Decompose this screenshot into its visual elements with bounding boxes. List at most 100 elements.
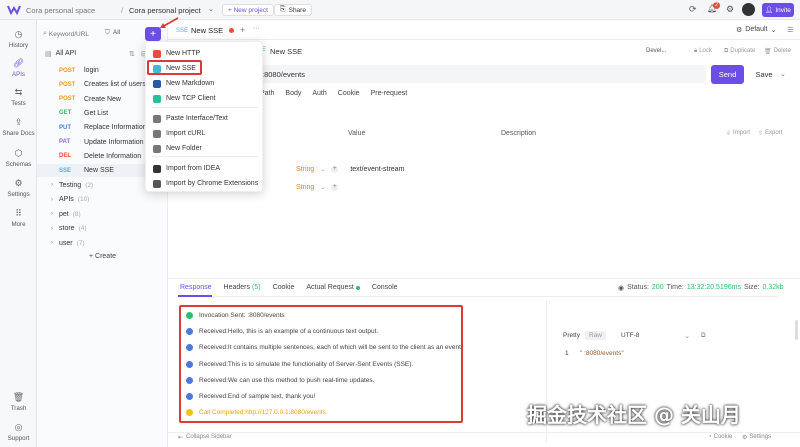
export-button[interactable]: ⇧ Export [758, 130, 782, 137]
lock-button[interactable]: 🔒︎ Lock [694, 48, 712, 55]
footer-settings-button[interactable]: ⚙ Settings [742, 434, 771, 441]
encoding-select[interactable]: UTF-8 [621, 332, 639, 339]
nav-support[interactable]: ◎ Support [0, 422, 37, 442]
nav-tests-label: Tests [11, 100, 26, 107]
panel-toggle-icon[interactable]: ☰ [787, 26, 793, 34]
response-tab[interactable]: Cookie [273, 284, 295, 291]
pretty-tab[interactable]: Pretty [563, 332, 580, 339]
save-button[interactable]: Save [751, 65, 777, 84]
settings-icon: ⚙ [14, 178, 23, 188]
duplicate-button[interactable]: ⧉ Duplicate [724, 48, 755, 55]
response-tab[interactable]: Console [372, 284, 398, 291]
param-row[interactable]: String ⌄ + [296, 184, 339, 191]
menu-item[interactable]: New HTTP [151, 47, 259, 60]
filter-icon: ⛉ [105, 29, 110, 36]
share-button[interactable]: ⎘ Share [274, 4, 312, 16]
request-subtab[interactable]: Cookie [338, 90, 360, 97]
chevron-right-icon: › [51, 240, 53, 246]
nav-tests[interactable]: ⇆ Tests [0, 87, 37, 107]
nav-trash[interactable]: 🗑︎ Trash [0, 392, 37, 412]
menu-item[interactable]: New TCP Client [151, 92, 259, 105]
response-tab-indicator [178, 295, 212, 297]
workspace-name[interactable]: Cora personal space [26, 6, 95, 15]
request-subtab[interactable]: Pre-request [371, 90, 408, 97]
nav-settings[interactable]: ⚙ Settings [0, 178, 37, 198]
request-name[interactable]: New SSE [270, 47, 302, 56]
chevron-down-icon[interactable]: ⌄ [208, 5, 214, 13]
nav-share-docs[interactable]: ⇪ Share Docs [0, 117, 37, 137]
tcp-icon [153, 94, 161, 103]
api-name: Delete Information [84, 152, 142, 160]
param-type[interactable]: String [296, 184, 314, 191]
nav-more[interactable]: ⠿ More [0, 208, 37, 228]
nav-history[interactable]: ◷ History [0, 29, 37, 49]
api-name: Replace Information [84, 124, 147, 132]
refresh-icon[interactable]: ⟳ [689, 4, 697, 15]
response-tab-label: Headers [223, 284, 250, 291]
nav-apis[interactable]: 🔗︎ APIs [0, 58, 37, 78]
response-tab[interactable]: Response [180, 284, 212, 291]
menu-item[interactable]: Import from IDEA [151, 162, 259, 175]
param-type[interactable]: String [296, 166, 314, 173]
top-bar: Cora personal space / Cora personal proj… [0, 0, 800, 20]
param-row[interactable]: String ⌄ + text/event-stream [296, 166, 404, 173]
time-value: 13:32:20.5196ms [686, 284, 741, 291]
menu-item[interactable]: Paste Interface/Text [151, 112, 259, 125]
collapse-sidebar-button[interactable]: ⇤ Collapse Sidebar [178, 434, 232, 441]
folder-item[interactable]: › user (7) [37, 236, 168, 250]
response-tab[interactable]: Headers (5) [224, 284, 261, 291]
response-body-line: " :8080/events" [580, 350, 624, 357]
url-text[interactable]: :8080/events [262, 70, 305, 79]
folder-item[interactable]: › store (4) [37, 222, 168, 236]
response-tab-label: Response [180, 284, 212, 291]
docs-icon: ⇪ [14, 117, 23, 127]
sort-icon[interactable]: ⇅ [129, 50, 135, 58]
delete-button[interactable]: 🗑︎ Delete [764, 48, 791, 55]
send-button[interactable]: Send [711, 65, 744, 84]
gear-icon[interactable]: ⚙ [726, 4, 734, 15]
request-subtab[interactable]: Auth [312, 90, 326, 97]
all-api-row[interactable]: ▤ All API [45, 50, 76, 58]
folder-item[interactable]: › APIs (10) [37, 193, 168, 207]
chevron-right-icon: › [51, 225, 53, 232]
scrollbar[interactable] [795, 320, 798, 340]
environment-selector[interactable]: ⚙ Default ⌄ [736, 26, 776, 34]
raw-tab[interactable]: Raw [584, 331, 606, 340]
import-button[interactable]: ⇩ Import [726, 130, 750, 137]
search-input[interactable] [48, 30, 109, 38]
chevron-down-icon[interactable]: ⌄ [780, 70, 786, 78]
new-project-button[interactable]: + New project [222, 4, 274, 16]
response-tab[interactable]: Actual Request [306, 284, 360, 291]
invite-button[interactable]: 👤︎ Invite [762, 3, 794, 17]
api-name: Get List [84, 109, 109, 117]
tab-more-button[interactable]: ··· [253, 25, 260, 32]
left-nav: ◷ History 🔗︎ APIs ⇆ Tests ⇪ Share Docs ⬡ Sche… [0, 20, 37, 447]
search-box[interactable]: ⌕ [43, 28, 109, 40]
breadcrumb-separator: / [121, 6, 124, 15]
add-icon[interactable]: + [331, 184, 339, 191]
footer-cookie-button[interactable]: ◔ Cookie [708, 434, 732, 440]
export-icon: ⇧ [758, 131, 764, 137]
menu-item[interactable]: Import by Chrome Extensions [151, 177, 259, 190]
folder-item[interactable]: › pet (8) [37, 207, 168, 221]
folder-count: (2) [85, 181, 94, 189]
add-tab-button[interactable]: + [240, 25, 245, 35]
project-name[interactable]: Cora personal project [129, 6, 201, 15]
globe-icon: ◉ [618, 285, 625, 292]
folder-name: user [59, 239, 73, 247]
request-env[interactable]: Devel... [646, 48, 666, 54]
copy-icon[interactable]: ⧉ [701, 332, 706, 340]
menu-item[interactable]: New Folder [151, 142, 259, 155]
param-value[interactable]: text/event-stream [350, 166, 404, 173]
avatar[interactable] [742, 3, 755, 16]
filter-dropdown[interactable]: ⛉ All [105, 29, 120, 37]
menu-item[interactable]: Import cURL [151, 127, 259, 140]
response-tabs: Response Headers (5) Cookie Actual Request Co… [180, 284, 398, 291]
response-divider [168, 278, 800, 279]
request-subtab[interactable]: Body [285, 90, 301, 97]
create-button[interactable]: + Create [89, 253, 116, 260]
tab-new-sse[interactable]: SSE New SSE [176, 26, 235, 35]
menu-item[interactable]: New Markdown [151, 77, 259, 90]
add-icon[interactable]: + [331, 166, 339, 173]
nav-schemas[interactable]: ⬡ Schemas [0, 148, 37, 168]
